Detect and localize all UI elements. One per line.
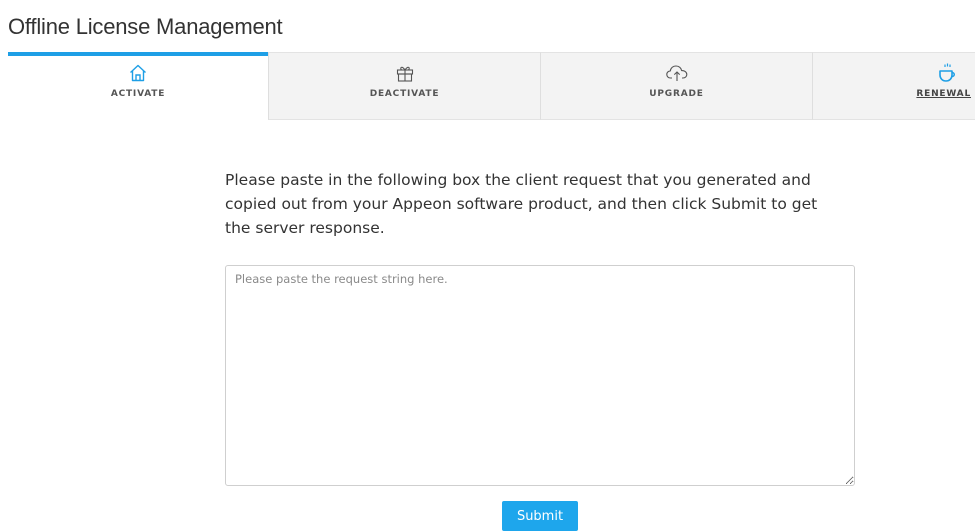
instructions-text: Please paste in the following box the cl… — [225, 171, 818, 237]
page-title: Offline License Management — [8, 14, 283, 39]
tab-upgrade[interactable]: UPGRADE — [540, 52, 812, 120]
gift-icon — [395, 62, 415, 84]
license-page: Offline License Management ACTIVATE DEAC… — [0, 0, 975, 532]
request-textarea[interactable] — [225, 265, 855, 486]
submit-button[interactable]: Submit — [502, 501, 578, 531]
tab-renewal[interactable]: RENEWAL — [812, 52, 975, 120]
tab-activate[interactable]: ACTIVATE — [8, 52, 268, 120]
tab-label: UPGRADE — [649, 89, 704, 99]
tab-bar: ACTIVATE DEACTIVATE UPGRADE RENEWAL — [8, 52, 975, 120]
tab-deactivate[interactable]: DEACTIVATE — [268, 52, 540, 120]
tab-label: RENEWAL — [916, 89, 971, 99]
tab-label: DEACTIVATE — [369, 89, 440, 99]
coffee-cup-icon — [937, 62, 957, 84]
home-icon — [128, 62, 148, 84]
cloud-upload-icon — [665, 62, 689, 84]
tab-label: ACTIVATE — [110, 89, 166, 99]
